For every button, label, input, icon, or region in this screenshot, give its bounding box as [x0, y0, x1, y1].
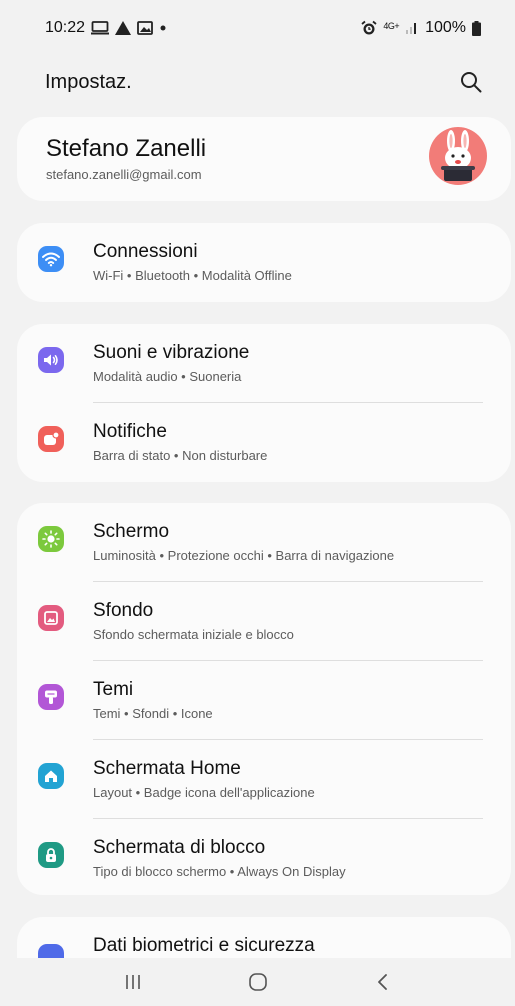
settings-group-connections: Connessioni Wi-Fi • Bluetooth • Modalità…: [17, 223, 511, 302]
account-card[interactable]: Stefano Zanelli stefano.zanelli@gmail.co…: [17, 117, 511, 201]
settings-item-subtitle: Modalità audio • Suoneria: [93, 369, 242, 384]
settings-item-title: Sfondo: [93, 600, 154, 621]
signal-icon: [405, 21, 419, 35]
settings-item-subtitle: Sfondo schermata iniziale e blocco: [93, 627, 294, 642]
settings-item-subtitle: Barra di stato • Non disturbare: [93, 448, 268, 463]
notification-icon: [38, 426, 64, 452]
settings-item-subtitle: Temi • Sfondi • Icone: [93, 706, 213, 721]
settings-item-subtitle: Wi-Fi • Bluetooth • Modalità Offline: [93, 268, 292, 283]
cast-icon: [91, 21, 110, 35]
settings-item-title: Connessioni: [93, 241, 198, 262]
biometrics-icon: [38, 944, 64, 958]
search-icon: [461, 72, 482, 93]
home-nav-icon: [248, 973, 267, 991]
themes-icon: [38, 684, 64, 710]
settings-item-title: Suoni e vibrazione: [93, 342, 250, 363]
recent-apps-icon: [125, 975, 140, 989]
gallery-icon: [137, 21, 153, 35]
settings-group-sound-notifications: Suoni e vibrazione Modalità audio • Suon…: [17, 324, 511, 482]
settings-item-subtitle: Luminosità • Protezione occhi • Barra di…: [93, 548, 395, 563]
settings-item-title: Schermata di blocco: [93, 837, 266, 858]
settings-item-temi[interactable]: Temi Temi • Sfondi • Icone: [17, 661, 511, 740]
settings-item-subtitle: Layout • Badge icona dell'applicazione: [93, 785, 315, 800]
settings-item-title: Schermo: [93, 521, 170, 542]
settings-group-security: Dati biometrici e sicurezza: [17, 917, 511, 958]
settings-item-title: Temi: [93, 679, 134, 700]
bunny-avatar-icon: [441, 130, 475, 181]
navigation-bar: [0, 958, 515, 1006]
status-time: 10:22: [45, 19, 86, 36]
settings-header: Impostaz.: [0, 56, 515, 108]
settings-item-notifiche[interactable]: Notifiche Barra di stato • Non disturbar…: [17, 403, 511, 482]
settings-group-display: Schermo Luminosità • Protezione occhi • …: [17, 503, 511, 895]
warning-icon: [115, 21, 132, 35]
settings-item-schermata-home[interactable]: Schermata Home Layout • Badge icona dell…: [17, 740, 511, 819]
settings-item-biometria[interactable]: Dati biometrici e sicurezza: [17, 917, 511, 958]
sound-icon: [38, 347, 64, 373]
dot-icon: [159, 24, 167, 32]
status-bar: 10:22 4G+ 100%: [0, 0, 515, 56]
settings-item-suoni[interactable]: Suoni e vibrazione Modalità audio • Suon…: [17, 324, 511, 403]
settings-item-title: Dati biometrici e sicurezza: [93, 935, 315, 956]
home-icon: [38, 763, 64, 789]
alarm-icon: [361, 20, 377, 36]
network-type: 4G+: [383, 20, 400, 31]
account-email: stefano.zanelli@gmail.com: [46, 167, 202, 182]
wallpaper-icon: [38, 605, 64, 631]
account-name: Stefano Zanelli: [46, 135, 207, 162]
settings-item-schermata-blocco[interactable]: Schermata di blocco Tipo di blocco scher…: [17, 819, 511, 895]
battery-icon: [472, 20, 481, 36]
wifi-icon: [38, 246, 64, 272]
status-bar-left: 10:22: [45, 19, 167, 37]
settings-item-sfondo[interactable]: Sfondo Sfondo schermata iniziale e blocc…: [17, 582, 511, 661]
battery-level: 100%: [425, 19, 466, 36]
back-button[interactable]: [353, 962, 413, 1002]
recent-apps-button[interactable]: [103, 962, 163, 1002]
settings-item-subtitle: Tipo di blocco schermo • Always On Displ…: [93, 864, 346, 879]
settings-item-title: Schermata Home: [93, 758, 241, 779]
settings-item-schermo[interactable]: Schermo Luminosità • Protezione occhi • …: [17, 503, 511, 582]
back-icon: [377, 974, 387, 990]
status-bar-right: 4G+ 100%: [361, 19, 481, 37]
settings-item-connessioni[interactable]: Connessioni Wi-Fi • Bluetooth • Modalità…: [17, 223, 511, 302]
avatar[interactable]: [429, 127, 487, 185]
lock-icon: [38, 842, 64, 868]
settings-item-title: Notifiche: [93, 421, 167, 442]
search-button[interactable]: [457, 68, 485, 96]
home-button[interactable]: [228, 962, 288, 1002]
page-title: Impostaz.: [45, 70, 132, 93]
brightness-icon: [38, 526, 64, 552]
